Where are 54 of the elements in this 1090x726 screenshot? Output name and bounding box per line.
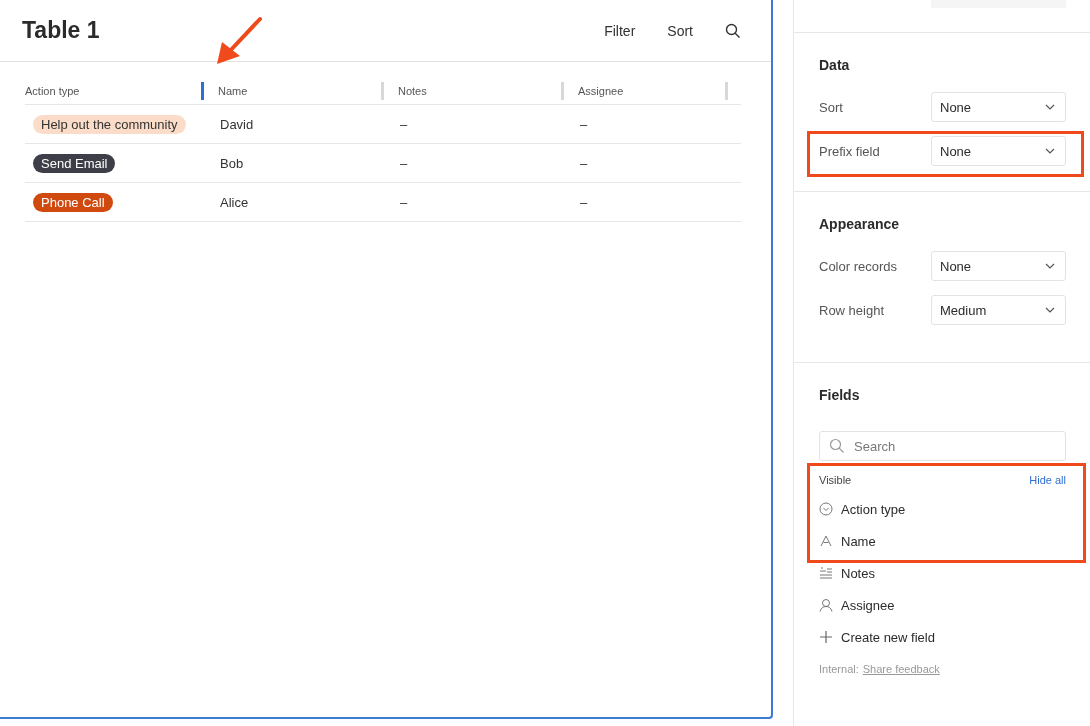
section-title: Data xyxy=(819,57,851,73)
footer-label: Internal: xyxy=(819,663,859,675)
column-header[interactable]: Notes xyxy=(398,85,427,97)
chevron-down-icon xyxy=(1045,263,1055,269)
plus-icon xyxy=(819,630,833,644)
table-cell: Bob xyxy=(220,155,244,171)
search-icon xyxy=(725,22,741,39)
resize-handle[interactable] xyxy=(561,82,564,100)
chevron-circle-icon xyxy=(819,502,833,516)
text-lines-icon xyxy=(819,566,833,580)
dropdown[interactable]: Medium xyxy=(931,295,1066,325)
column-header[interactable]: Action type xyxy=(25,85,80,97)
hide-all-link[interactable]: Hide all xyxy=(1029,474,1066,486)
resize-handle[interactable] xyxy=(381,82,384,100)
toolbar-button[interactable]: Sort xyxy=(653,16,707,45)
table-cell: David xyxy=(220,116,254,132)
create-field-button[interactable]: Create new field xyxy=(819,621,1066,653)
setting-label: Row height xyxy=(819,302,885,318)
table-cell: – xyxy=(400,194,408,210)
dropdown[interactable]: None xyxy=(931,92,1066,122)
search-field[interactable]: Search xyxy=(819,431,1066,461)
field-item[interactable]: Notes xyxy=(819,557,1066,589)
table-cell: – xyxy=(580,194,588,210)
group-label: Visible xyxy=(819,474,852,486)
tag: Phone Call xyxy=(33,192,113,212)
table-cell: – xyxy=(580,155,588,171)
resize-handle[interactable] xyxy=(725,82,728,100)
table-cell: – xyxy=(580,116,588,132)
chevron-down-icon xyxy=(1045,148,1055,154)
search-icon xyxy=(829,438,845,454)
field-item[interactable]: Assignee xyxy=(819,589,1066,621)
person-icon xyxy=(819,598,833,612)
setting-label: Color records xyxy=(819,258,898,274)
setting-label: Sort xyxy=(819,99,843,115)
field-item[interactable]: Action type xyxy=(819,493,1066,525)
section-title: Appearance xyxy=(819,216,901,232)
column-header[interactable]: Name xyxy=(218,85,248,97)
letter-icon xyxy=(819,534,833,548)
table-cell: – xyxy=(400,116,408,132)
table-cell: Alice xyxy=(220,194,249,210)
section-title: Fields xyxy=(819,387,861,403)
toolbar-button[interactable]: Filter xyxy=(590,16,650,45)
tag: Help out the community xyxy=(33,114,186,134)
tag: Send Email xyxy=(33,153,116,173)
dropdown[interactable]: None xyxy=(931,136,1066,166)
chevron-down-icon xyxy=(1045,307,1055,313)
table-cell: – xyxy=(400,155,408,171)
setting-label: Prefix field xyxy=(819,143,880,159)
column-header[interactable]: Assignee xyxy=(578,85,624,97)
table-title: Table 1 xyxy=(22,17,100,44)
dropdown[interactable]: None xyxy=(931,251,1066,281)
field-item[interactable]: Name xyxy=(819,525,1066,557)
resize-handle[interactable] xyxy=(201,82,204,100)
chevron-down-icon xyxy=(1045,104,1055,110)
